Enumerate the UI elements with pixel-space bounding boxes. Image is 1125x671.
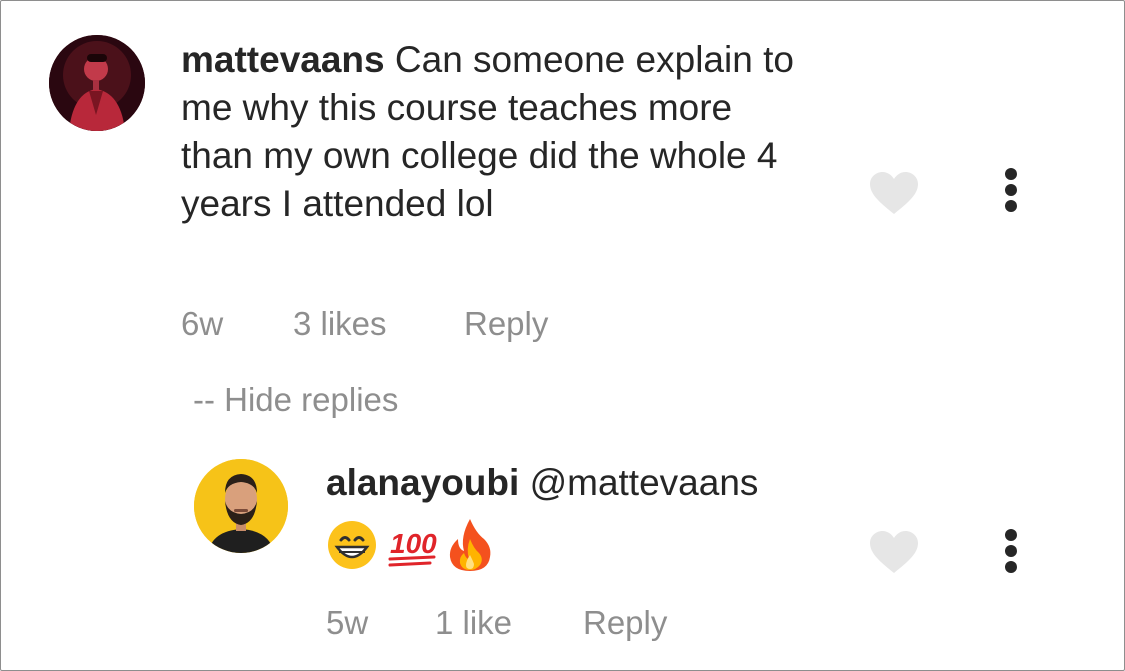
reply-like-heart-icon[interactable] [869, 530, 919, 574]
grinning-face-icon [328, 521, 376, 569]
more-options-icon[interactable] [1001, 167, 1021, 213]
reply-likes[interactable]: 1 like [435, 604, 512, 642]
like-heart-icon[interactable] [869, 171, 919, 215]
hide-replies-button[interactable]: -- Hide replies [193, 381, 398, 419]
svg-text:100: 100 [390, 528, 437, 559]
comment-body: mattevaans Can someone explain to me why… [181, 36, 801, 228]
hundred-points-icon: 100 [388, 528, 437, 567]
comment-username[interactable]: mattevaans [181, 39, 385, 80]
reply-avatar-photo [194, 459, 288, 553]
reply-mention[interactable]: @mattevaans [530, 462, 759, 503]
reply-username[interactable]: alanayoubi [326, 462, 519, 503]
comment-thread: mattevaans Can someone explain to me why… [0, 0, 1125, 671]
reply-reply-button[interactable]: Reply [583, 604, 667, 642]
reply-header: alanayoubi @mattevaans [326, 459, 758, 507]
reply-time: 5w [326, 604, 369, 641]
reply-avatar[interactable] [194, 459, 288, 553]
reply-emojis: 100 [326, 516, 494, 574]
reply-more-options-icon[interactable] [1001, 528, 1021, 574]
comment-likes[interactable]: 3 likes [293, 305, 387, 343]
reply-button[interactable]: Reply [464, 305, 548, 343]
avatar-photo [49, 35, 145, 131]
comment-time: 6w [181, 305, 224, 342]
avatar[interactable] [49, 35, 145, 131]
fire-icon [449, 519, 491, 571]
